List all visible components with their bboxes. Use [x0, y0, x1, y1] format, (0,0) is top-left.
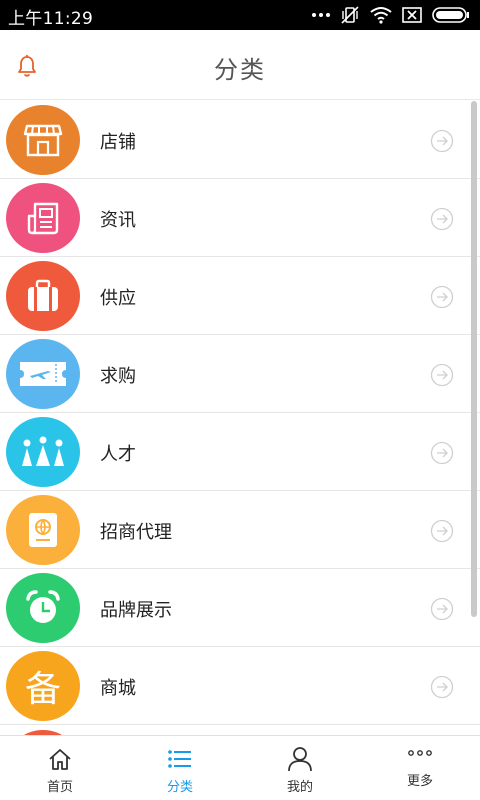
category-row-store[interactable]: 店铺 [0, 101, 480, 179]
category-row-news[interactable]: 资讯 [0, 179, 480, 257]
arrow-right-circle-icon [430, 519, 454, 543]
arrow-right-circle-icon [430, 441, 454, 465]
alarm-clock-icon [6, 573, 80, 643]
category-row-brand[interactable]: 品牌展示 [0, 569, 480, 647]
luggage-icon [6, 261, 80, 331]
arrow-right-circle-icon [430, 363, 454, 387]
header-bar: 分类 [0, 30, 480, 100]
nav-label: 分类 [166, 780, 193, 795]
home-icon [49, 749, 71, 770]
bei-character: 备 [24, 669, 61, 710]
category-label: 求购 [100, 366, 136, 387]
wifi-icon [370, 7, 392, 24]
storefront-icon [6, 105, 80, 175]
nav-category[interactable]: 分类 [120, 736, 240, 800]
category-row-talent[interactable]: 人才 [0, 413, 480, 491]
category-label: 人才 [100, 444, 136, 465]
status-bar: 上午11:29 [0, 0, 480, 30]
status-icons [312, 6, 470, 24]
bei-character-icon: 备 [6, 651, 80, 721]
category-label: 供应 [100, 288, 136, 309]
category-label: 品牌展示 [100, 600, 172, 621]
newspaper-icon [6, 183, 80, 253]
signal-dots-icon [312, 13, 330, 17]
user-icon [288, 747, 312, 772]
nav-more[interactable]: 更多 [360, 736, 480, 800]
category-label: 招商代理 [100, 522, 172, 543]
bottom-nav: 首页 分类 我的 更多 [0, 735, 480, 800]
ticket-plane-icon [6, 339, 80, 409]
nav-label: 更多 [406, 774, 433, 789]
passport-icon [6, 495, 80, 565]
category-row-agency[interactable]: 招商代理 [0, 491, 480, 569]
battery-icon [432, 7, 469, 23]
status-time: 上午11:29 [8, 9, 94, 29]
arrow-right-circle-icon [430, 675, 454, 699]
nav-home[interactable]: 首页 [0, 736, 120, 800]
arrow-right-circle-icon [430, 207, 454, 231]
category-label: 店铺 [100, 132, 136, 153]
list-icon [168, 750, 191, 768]
category-row-purchase[interactable]: 求购 [0, 335, 480, 413]
more-dots-icon [408, 750, 432, 756]
category-row-mall[interactable]: 备 商城 [0, 647, 480, 725]
nav-mine[interactable]: 我的 [240, 736, 360, 800]
nav-label: 首页 [46, 780, 73, 795]
nav-label: 我的 [286, 780, 313, 795]
category-row-supply[interactable]: 供应 [0, 257, 480, 335]
category-list: 店铺 资讯 供应 求购 人才 招商代理 品牌展示 备 商城 [0, 101, 480, 735]
no-sim-icon [402, 7, 422, 23]
category-label: 资讯 [100, 210, 136, 231]
crown-icon [6, 417, 80, 487]
list-scrollbar[interactable] [471, 101, 477, 617]
category-label: 商城 [100, 678, 136, 699]
page-title: 分类 [214, 56, 266, 84]
arrow-right-circle-icon [430, 597, 454, 621]
vibrate-off-icon [341, 6, 359, 24]
arrow-right-circle-icon [430, 129, 454, 153]
arrow-right-circle-icon [430, 285, 454, 309]
